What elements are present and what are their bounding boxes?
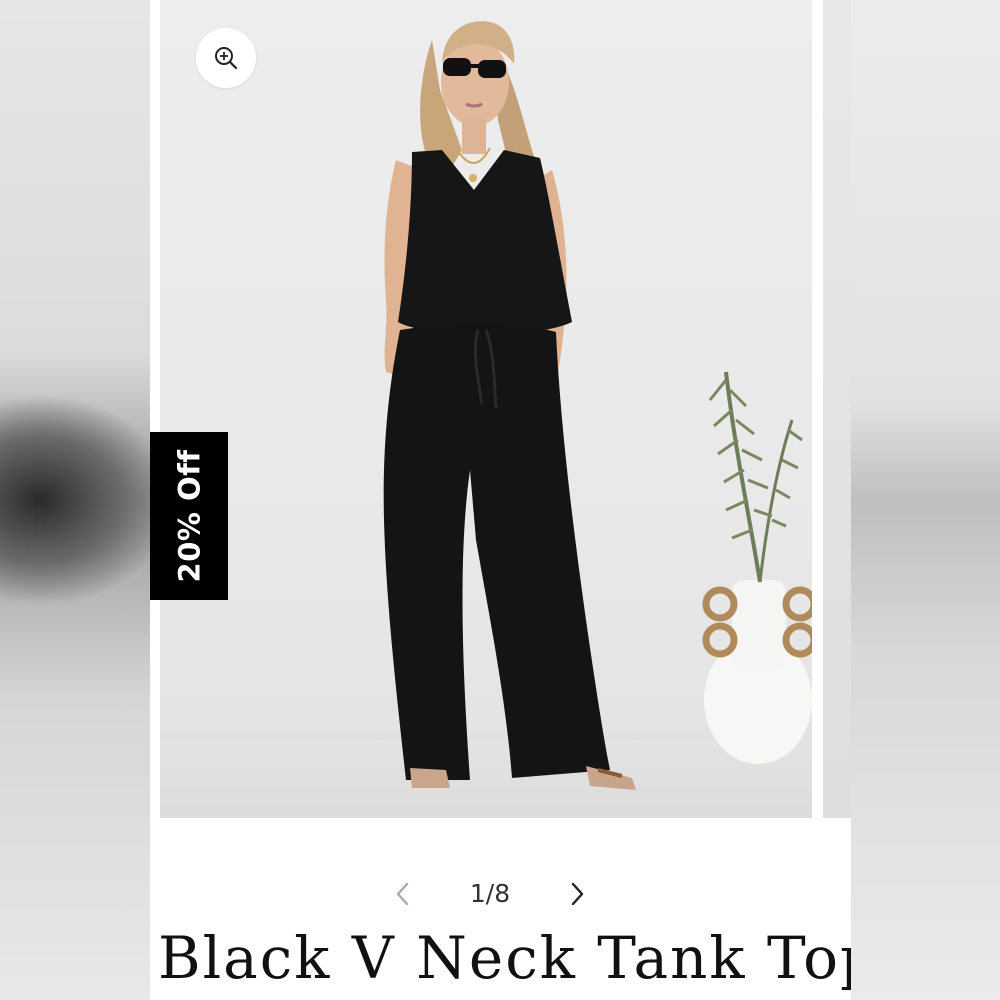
previous-image-button[interactable] — [384, 876, 420, 912]
blurred-background-left — [0, 0, 150, 1000]
next-product-image-peek[interactable] — [823, 0, 851, 818]
chevron-left-icon — [396, 882, 409, 906]
discount-badge: 20% Off — [150, 432, 228, 600]
image-counter: 1/8 — [469, 879, 511, 908]
image-pager: 1/8 — [150, 866, 851, 922]
zoom-button[interactable] — [196, 28, 256, 88]
next-image-button[interactable] — [560, 876, 596, 912]
product-title: Black V Neck Tank Top — [158, 924, 851, 992]
model-photo — [383, 21, 812, 790]
product-page: 20% Off 1/8 Black V Neck Tank Top — [150, 0, 851, 1000]
zoom-in-icon — [215, 47, 238, 70]
blurred-background-right — [851, 0, 1000, 1000]
product-image[interactable] — [160, 0, 812, 818]
chevron-right-icon — [571, 882, 584, 906]
discount-badge-label: 20% Off — [172, 449, 206, 583]
